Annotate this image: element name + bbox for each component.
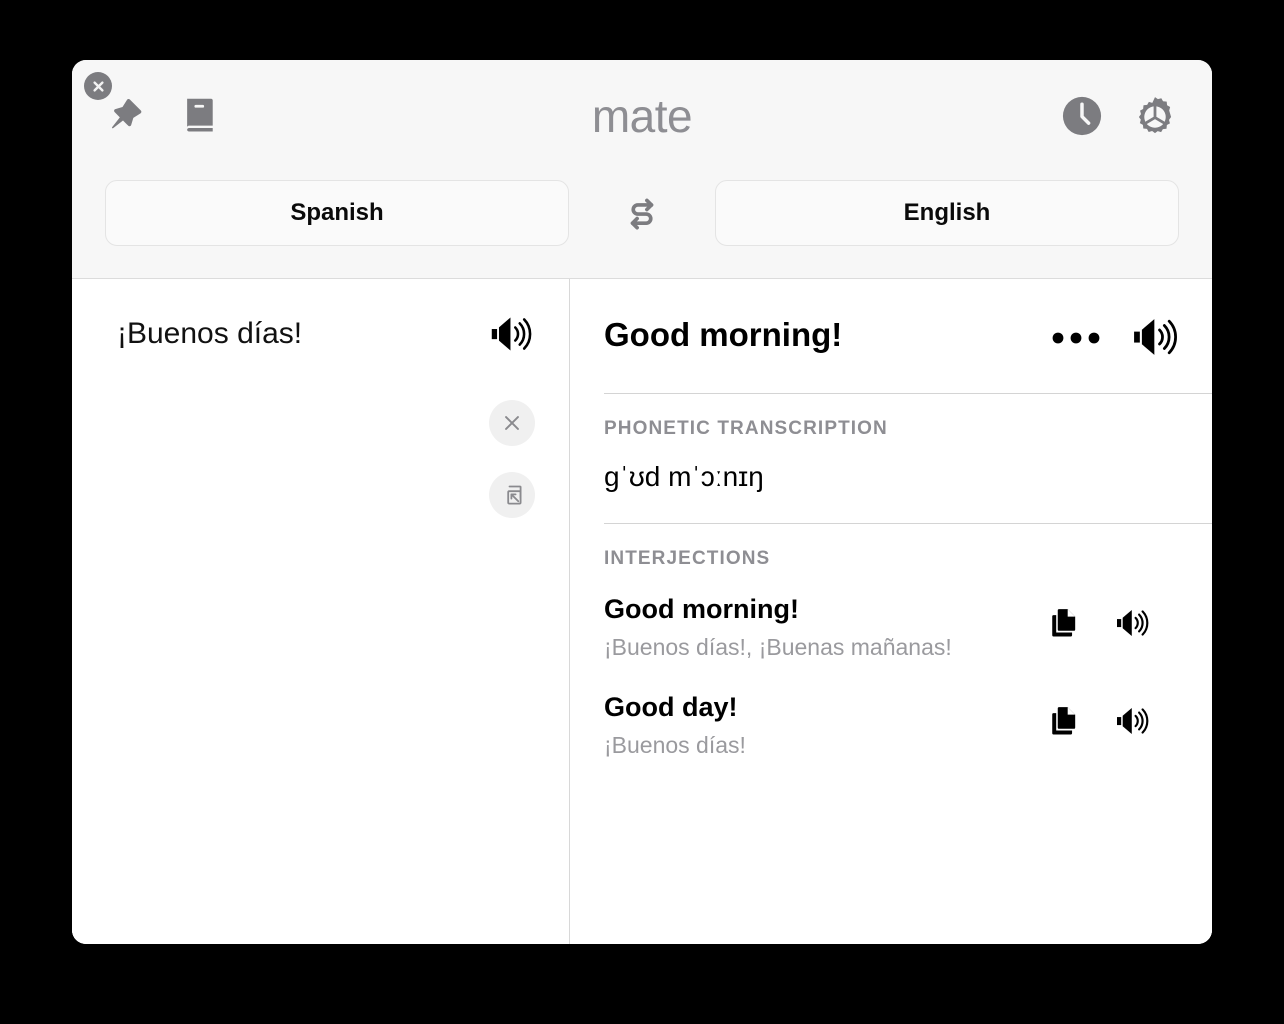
entry-actions [1044,702,1152,740]
header-toolbar: mate [72,60,1212,172]
translation-text: Good morning! [604,316,843,353]
expand-arrow-icon[interactable] [489,472,535,518]
close-x-icon[interactable] [489,400,535,446]
list-item[interactable]: Good morning! ¡Buenos días!, ¡Buenas mañ… [604,570,1152,668]
source-text-input[interactable]: ¡Buenos días! [117,315,457,353]
interjections-list: Good morning! ¡Buenos días!, ¡Buenas mañ… [604,570,1212,766]
list-item[interactable]: Good day! ¡Buenos días! [604,668,1152,766]
phonetic-transcription-value: gˈʊd mˈɔːnɪŋ [604,461,764,492]
page-title: mate [591,90,693,142]
interjections-section: INTERJECTIONS Good morning! ¡Buenos días… [604,524,1212,776]
translation-pane: Good morning! PHONETIC TRANSCRIPTION gˈʊ… [570,279,1212,944]
window-header: mate Spanish English [72,60,1212,279]
gear-icon[interactable] [1128,90,1182,144]
source-pane: ¡Buenos días! [72,279,570,944]
interjections-section-label: INTERJECTIONS [604,548,771,569]
target-language-label: English [903,199,991,226]
translation-header: Good morning! [604,279,1212,393]
clock-icon[interactable] [1056,90,1108,142]
phonetic-section: PHONETIC TRANSCRIPTION gˈʊd mˈɔːnɪŋ [604,394,1212,523]
phonetic-section-label: PHONETIC TRANSCRIPTION [604,418,888,439]
content-area: ¡Buenos días! Good morning! PHONETIC TRA… [72,279,1212,944]
speaker-icon[interactable] [1125,309,1187,365]
speaker-icon[interactable] [1114,702,1152,740]
entry-actions [1044,604,1152,642]
source-language-button[interactable]: Spanish [105,180,569,246]
speaker-icon[interactable] [1114,604,1152,642]
close-icon[interactable] [84,72,112,100]
swap-arrows-icon[interactable] [612,183,672,243]
app-window: mate Spanish English ¡Buenos días! Good … [72,60,1212,944]
copy-icon[interactable] [1044,604,1082,642]
copy-icon[interactable] [1044,702,1082,740]
source-language-label: Spanish [290,199,384,226]
ellipsis-icon[interactable] [1045,321,1107,355]
target-language-button[interactable]: English [715,180,1179,246]
language-selector-row: Spanish English [72,176,1212,250]
speaker-icon[interactable] [483,309,541,359]
